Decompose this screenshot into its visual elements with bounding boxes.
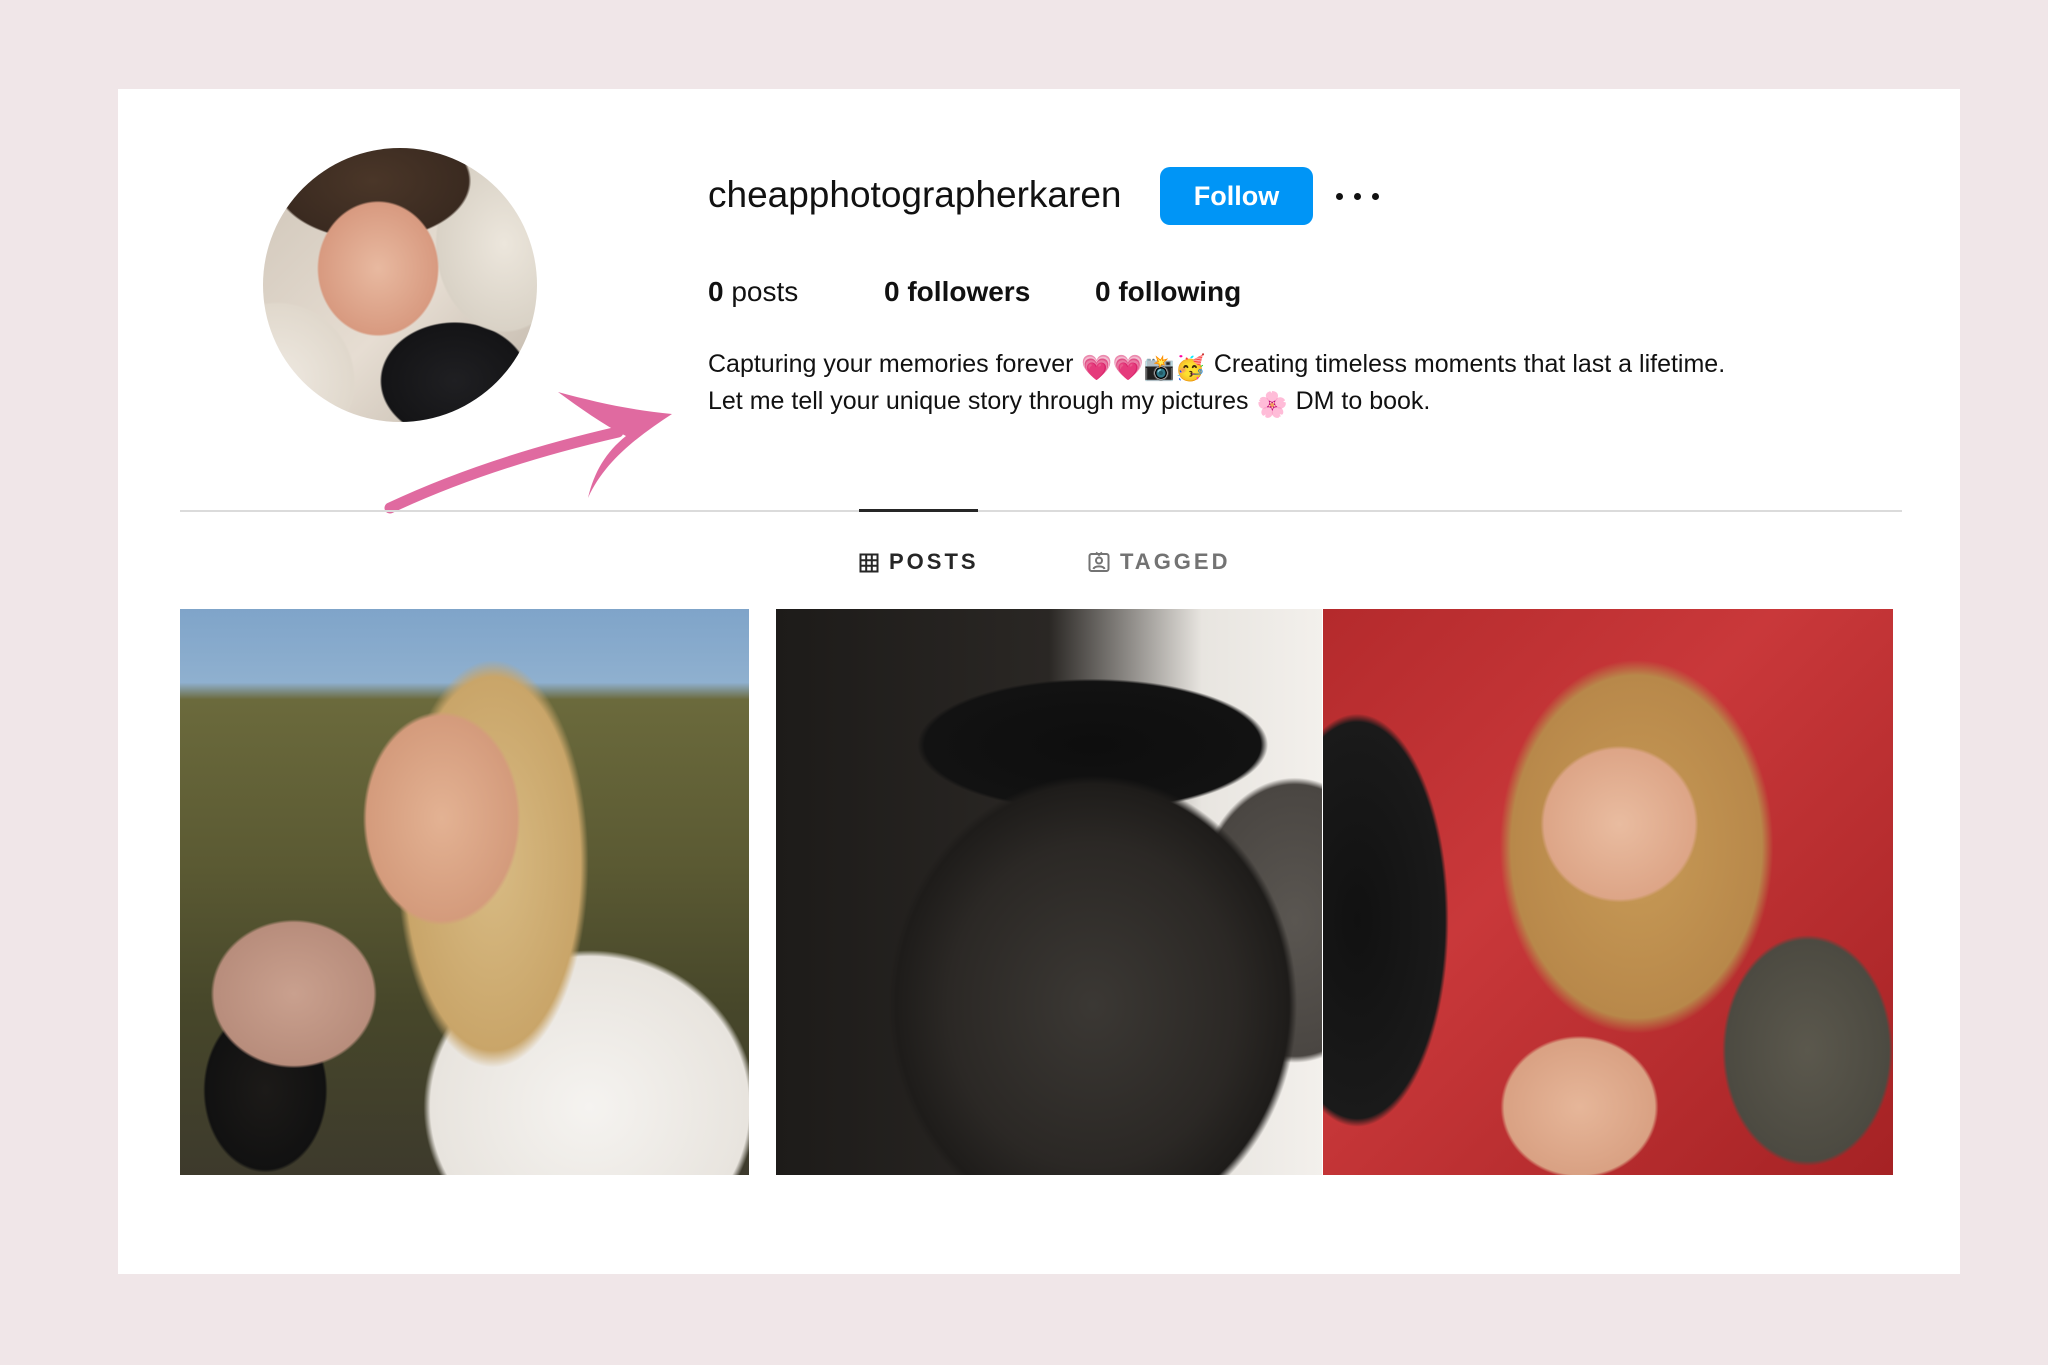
profile-username: cheapphotographerkaren bbox=[708, 174, 1122, 215]
tagged-icon bbox=[1088, 551, 1110, 572]
bio-line-1-text: Capturing your memories forever bbox=[708, 350, 1074, 378]
tab-posts-label: POSTS bbox=[889, 549, 979, 574]
bio-line-1-text-2: Creating timeless moments that last a li… bbox=[1213, 350, 1726, 378]
more-options-icon[interactable] bbox=[1334, 176, 1382, 216]
bio-line-1: Capturing your memories forever 💗💗📸🥳 Cre… bbox=[708, 348, 1725, 385]
followers-label: followers bbox=[907, 276, 1031, 307]
grid-icon bbox=[859, 553, 879, 573]
bio-emoji-blossom: 🌸 bbox=[1256, 391, 1288, 419]
bio-line-2-text: Let me tell your unique story through my… bbox=[708, 387, 1249, 415]
following-label: following bbox=[1118, 276, 1242, 307]
bio-line-2: Let me tell your unique story through my… bbox=[708, 385, 1725, 422]
tab-posts[interactable]: POSTS bbox=[859, 546, 979, 578]
post-thumbnail[interactable] bbox=[180, 609, 749, 1175]
posts-count: 0 bbox=[708, 276, 724, 307]
annotation-arrow-icon bbox=[384, 392, 672, 514]
bio-emoji-hearts-camera-party: 💗💗📸🥳 bbox=[1081, 354, 1206, 382]
bio-line-2-text-2: DM to book. bbox=[1295, 387, 1431, 415]
follow-button[interactable]: Follow bbox=[1160, 167, 1313, 225]
stat-followers[interactable]: 0 followers bbox=[884, 272, 1030, 312]
profile-bio: Capturing your memories forever 💗💗📸🥳 Cre… bbox=[708, 348, 1725, 422]
active-tab-indicator bbox=[859, 509, 978, 512]
followers-count: 0 bbox=[884, 276, 900, 307]
posts-label: posts bbox=[731, 276, 799, 307]
section-divider bbox=[180, 510, 1902, 512]
stat-posts: 0 posts bbox=[708, 272, 798, 312]
post-thumbnail[interactable] bbox=[776, 609, 1322, 1175]
tab-tagged-label: TAGGED bbox=[1120, 549, 1231, 574]
tab-tagged[interactable]: TAGGED bbox=[1088, 546, 1230, 578]
following-count: 0 bbox=[1095, 276, 1111, 307]
post-thumbnail[interactable] bbox=[1323, 609, 1893, 1175]
stat-following[interactable]: 0 following bbox=[1095, 272, 1241, 312]
